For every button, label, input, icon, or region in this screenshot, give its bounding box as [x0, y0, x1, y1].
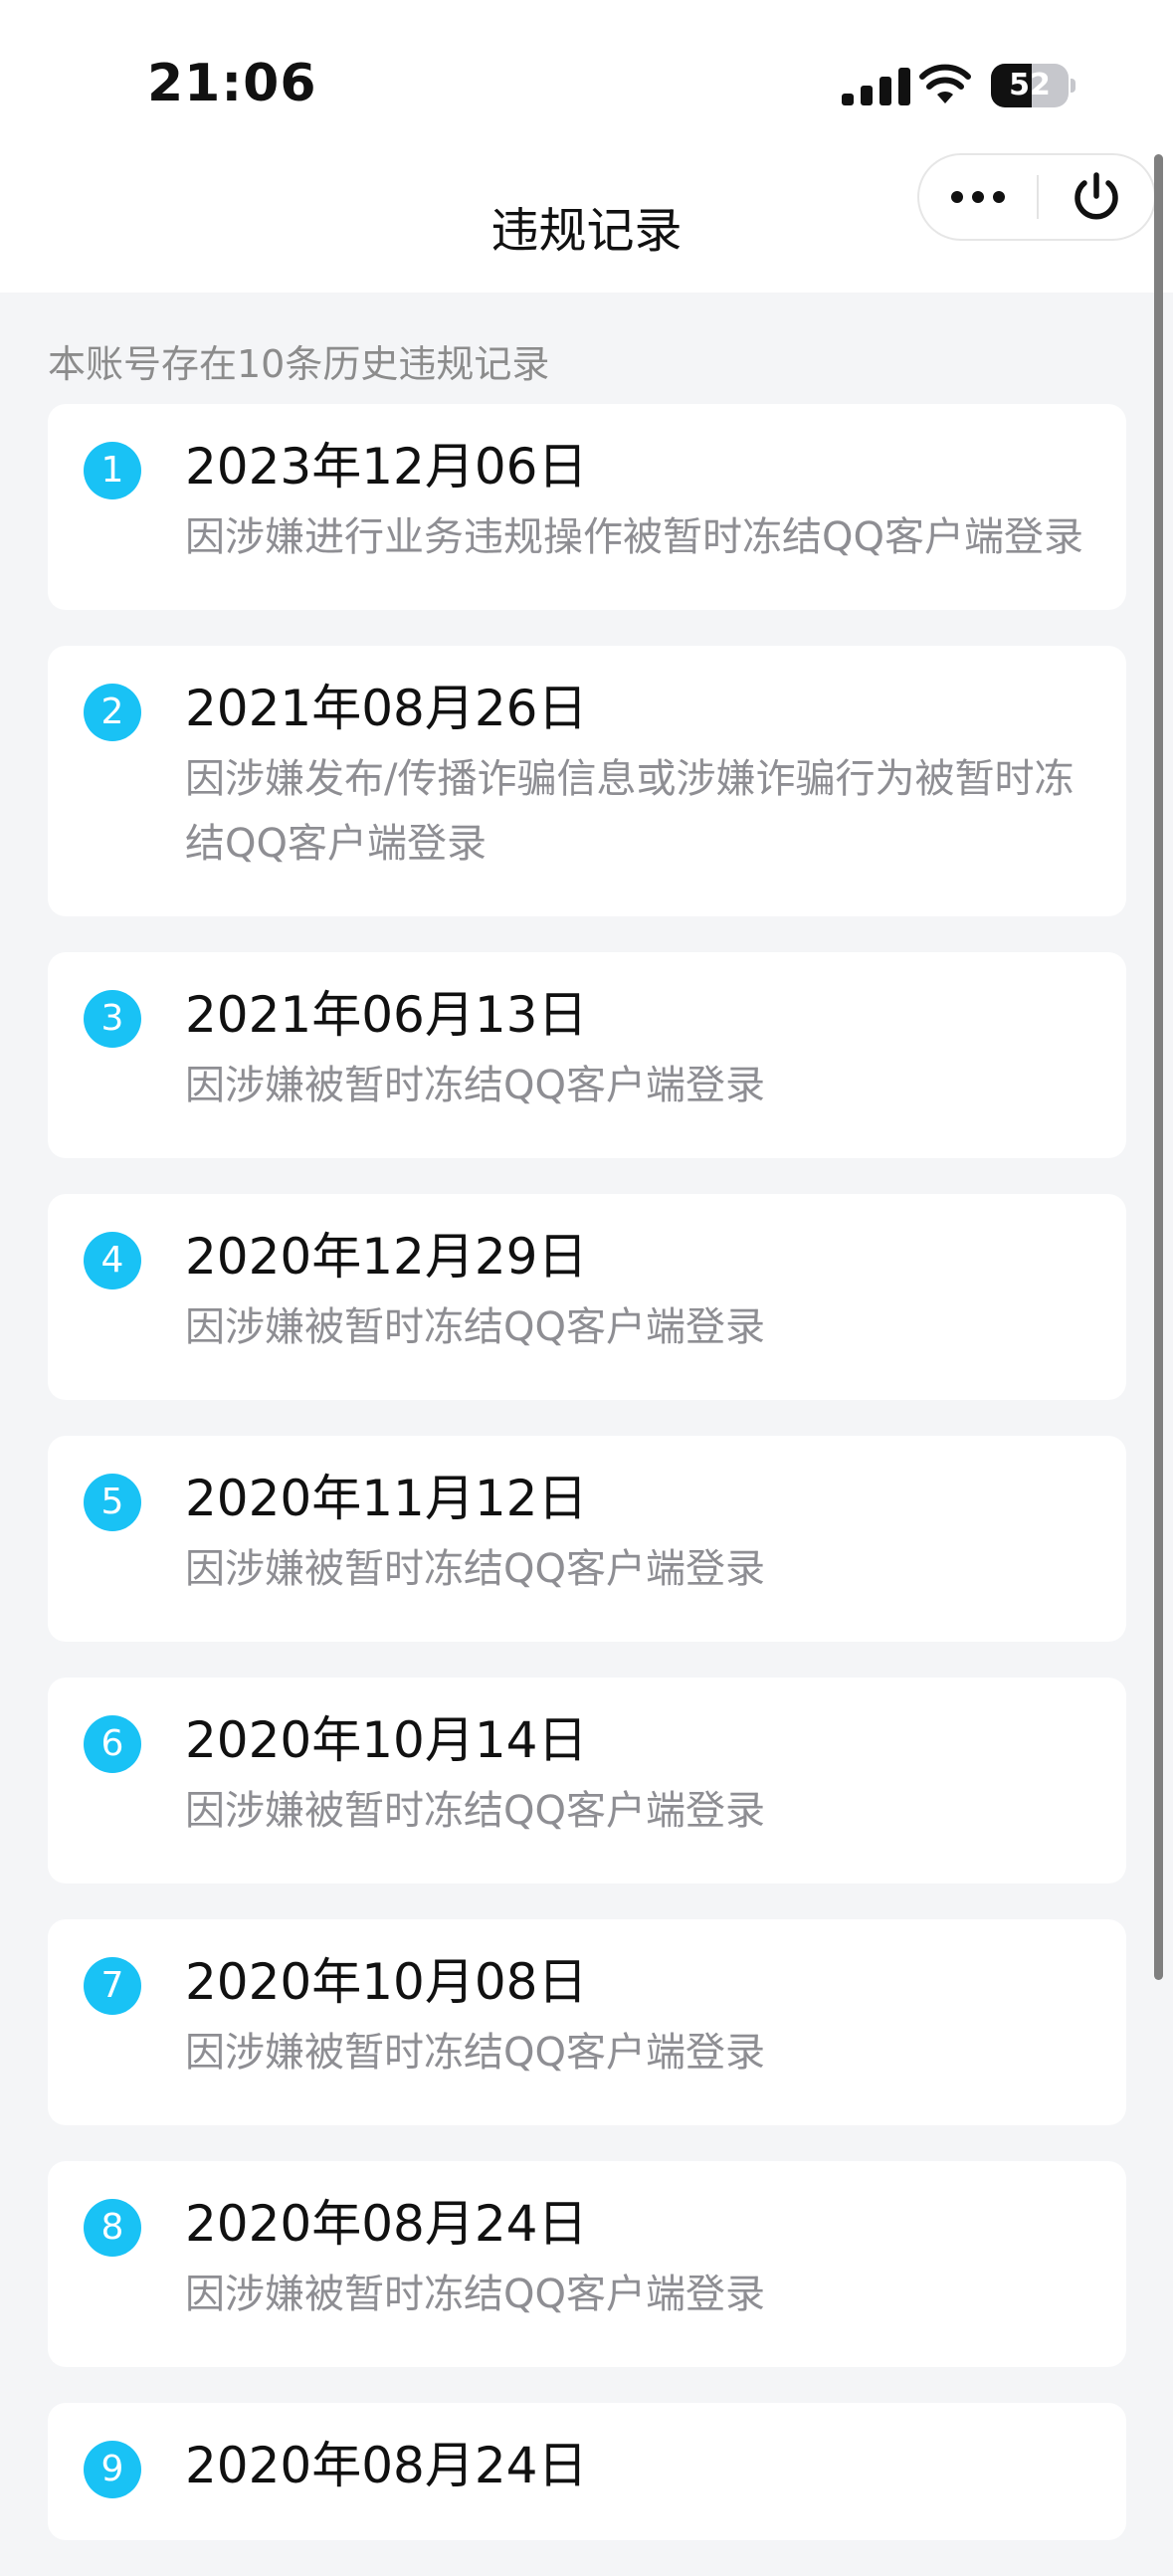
- violation-record-card: 4 2020年12月29日因涉嫌被暂时冻结QQ客户端登录: [48, 1194, 1126, 1400]
- record-reason: 因涉嫌被暂时冻结QQ客户端登录: [185, 1063, 765, 1108]
- record-date: 2020年08月24日: [185, 2437, 588, 2494]
- record-reason: 因涉嫌进行业务违规操作被暂时冻结QQ客户端登录: [185, 514, 1083, 560]
- record-index-badge: 6: [84, 1715, 141, 1773]
- record-date: 2023年12月06日: [185, 438, 588, 495]
- record-reason: 因涉嫌被暂时冻结QQ客户端登录: [185, 1546, 765, 1592]
- record-date: 2020年08月24日: [185, 2195, 588, 2253]
- more-dots-icon: [951, 191, 963, 203]
- violation-record-card: 8 2020年08月24日因涉嫌被暂时冻结QQ客户端登录: [48, 2161, 1126, 2367]
- record-date: 2020年12月29日: [185, 1228, 588, 1286]
- violation-record-card: 3 2021年06月13日因涉嫌被暂时冻结QQ客户端登录: [48, 952, 1126, 1158]
- violation-summary: 本账号存在10条历史违规记录: [48, 342, 550, 386]
- wifi-icon: [919, 64, 971, 103]
- battery-icon: 52: [991, 64, 1075, 109]
- violation-record-card: 7 2020年10月08日因涉嫌被暂时冻结QQ客户端登录: [48, 1919, 1126, 2125]
- record-reason: 因涉嫌被暂时冻结QQ客户端登录: [185, 1788, 765, 1834]
- status-bar: 21:06 52: [0, 0, 1173, 149]
- status-time: 21:06: [147, 54, 317, 113]
- record-date: 2021年08月26日: [185, 680, 588, 737]
- record-index-badge: 9: [84, 2441, 141, 2498]
- violation-record-card: 5 2020年11月12日因涉嫌被暂时冻结QQ客户端登录: [48, 1436, 1126, 1642]
- violation-record-card: 1 2023年12月06日因涉嫌进行业务违规操作被暂时冻结QQ客户端登录: [48, 404, 1126, 610]
- record-date: 2020年10月14日: [185, 1711, 588, 1769]
- record-index-badge: 5: [84, 1474, 141, 1531]
- battery-percentage: 52: [1009, 68, 1051, 102]
- record-date: 2020年11月12日: [185, 1470, 588, 1527]
- mini-program-capsule: [917, 153, 1156, 241]
- close-button[interactable]: [1039, 155, 1154, 239]
- record-reason: 因涉嫌被暂时冻结QQ客户端登录: [185, 2030, 765, 2076]
- record-index-badge: 1: [84, 442, 141, 499]
- record-reason: 因涉嫌被暂时冻结QQ客户端登录: [185, 2272, 765, 2317]
- scrollbar[interactable]: [1154, 154, 1163, 1980]
- violation-record-card: 6 2020年10月14日因涉嫌被暂时冻结QQ客户端登录: [48, 1678, 1126, 1883]
- record-index-badge: 7: [84, 1957, 141, 2015]
- violation-record-card: 9 2020年08月24日: [48, 2403, 1126, 2540]
- record-date: 2021年06月13日: [185, 986, 588, 1044]
- violation-record-card: 2 2021年08月26日因涉嫌发布/传播诈骗信息或涉嫌诈骗行为被暂时冻结QQ客户…: [48, 646, 1126, 916]
- record-index-badge: 4: [84, 1232, 141, 1289]
- record-index-badge: 3: [84, 990, 141, 1048]
- record-reason: 因涉嫌被暂时冻结QQ客户端登录: [185, 1304, 765, 1350]
- more-button[interactable]: [919, 155, 1037, 239]
- cellular-signal-icon: [842, 68, 910, 105]
- violation-list: 1 2023年12月06日因涉嫌进行业务违规操作被暂时冻结QQ客户端登录 2 2021…: [48, 404, 1126, 2576]
- record-index-badge: 8: [84, 2199, 141, 2257]
- power-icon: [1075, 172, 1118, 220]
- record-reason: 因涉嫌发布/传播诈骗信息或涉嫌诈骗行为被暂时冻结QQ客户端登录: [185, 756, 1075, 867]
- record-index-badge: 2: [84, 684, 141, 741]
- nav-bar: 违规记录: [0, 149, 1173, 293]
- record-date: 2020年10月08日: [185, 1953, 588, 2011]
